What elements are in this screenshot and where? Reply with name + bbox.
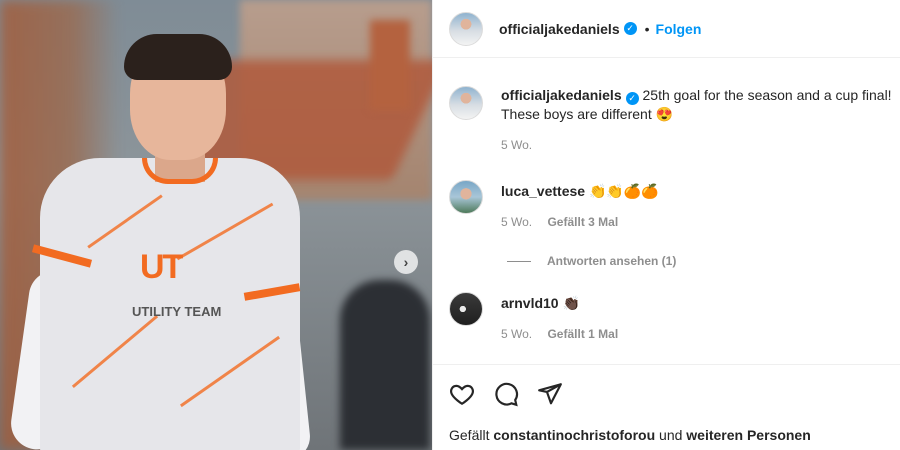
share-icon[interactable] — [537, 381, 563, 407]
comment-item: arnvld10 👏🏿 5 Wo. Gefällt 1 Mal — [449, 292, 900, 341]
player-figure: UT UTILITY TEAM — [7, 30, 313, 450]
comment-username[interactable]: luca_vettese — [501, 183, 585, 199]
comment-item: luca_vettese 👏👏🍊🍊 5 Wo. Gefällt 3 Mal — [449, 180, 900, 229]
background-spectator — [340, 280, 430, 450]
caption-text-line2: These boys are different — [501, 106, 652, 122]
heart-icon[interactable] — [449, 381, 475, 407]
post-sidebar: officialjakedaniels ✓ • Folgen officialj… — [432, 0, 900, 450]
comment-likes[interactable]: Gefällt 3 Mal — [547, 215, 618, 229]
comment-text: 👏👏🍊🍊 — [588, 183, 659, 199]
post-header: officialjakedaniels ✓ • Folgen — [433, 0, 900, 58]
next-image-button[interactable]: › — [394, 250, 418, 274]
view-replies-label: Antworten ansehen (1) — [547, 254, 677, 268]
comment-likes[interactable]: Gefällt 1 Mal — [547, 327, 618, 341]
liked-by-text: Gefällt constantinochristoforou und weit… — [449, 427, 811, 443]
comment-icon[interactable] — [493, 381, 519, 407]
caption: officialjakedaniels ✓ 25th goal for the s… — [449, 86, 900, 152]
avatar[interactable] — [449, 11, 483, 46]
follow-button[interactable]: Folgen — [656, 21, 702, 37]
sponsor-name: UTILITY TEAM — [132, 304, 222, 319]
liked-by-prefix: Gefällt — [449, 427, 490, 443]
post-actions: Gefällt constantinochristoforou und weit… — [433, 364, 900, 450]
avatar[interactable] — [449, 180, 483, 214]
comment-time[interactable]: 5 Wo. — [501, 215, 532, 229]
comment-time[interactable]: 5 Wo. — [501, 327, 532, 341]
verified-badge-icon: ✓ — [623, 22, 637, 35]
comment-text: 👏🏿 — [562, 295, 580, 311]
chevron-right-icon: › — [403, 254, 409, 270]
background-chimney — [370, 20, 410, 110]
post-image[interactable]: UT UTILITY TEAM › — [0, 0, 432, 450]
verified-badge-icon: ✓ — [625, 92, 639, 105]
view-replies-button[interactable]: Antworten ansehen (1) — [507, 254, 676, 268]
replies-divider — [507, 260, 531, 262]
caption-time[interactable]: 5 Wo. — [501, 138, 532, 152]
liked-by-others[interactable]: weiteren Personen — [686, 427, 811, 443]
comments-section[interactable]: officialjakedaniels ✓ 25th goal for the s… — [433, 58, 900, 364]
avatar[interactable] — [449, 292, 483, 326]
sponsor-logo: UT — [140, 248, 183, 286]
caption-username[interactable]: officialjakedaniels — [501, 87, 622, 103]
avatar[interactable] — [449, 86, 483, 120]
separator-dot: • — [644, 20, 650, 37]
comment-username[interactable]: arnvld10 — [501, 295, 559, 311]
player-hair — [124, 34, 232, 80]
liked-by-user[interactable]: constantinochristoforou — [493, 427, 655, 443]
liked-by-middle: und — [659, 427, 683, 443]
caption-emoji: 😍 — [655, 106, 674, 122]
post-username[interactable]: officialjakedaniels — [499, 21, 620, 37]
caption-text: 25th goal for the season and a cup final… — [642, 87, 892, 103]
